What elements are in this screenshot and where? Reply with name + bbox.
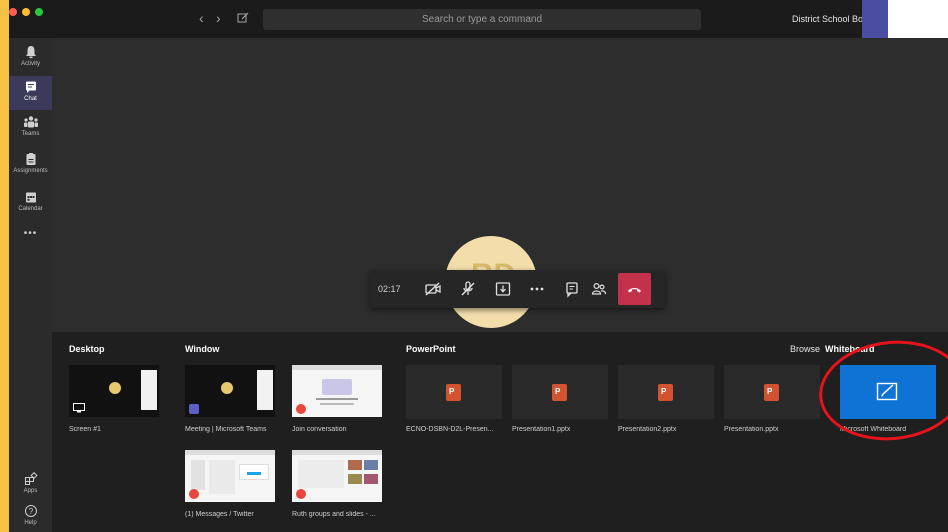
rail-item-calendar[interactable]: Calendar bbox=[9, 186, 52, 220]
powerpoint-file-tile[interactable] bbox=[406, 365, 502, 419]
bell-icon bbox=[25, 46, 36, 59]
rail-label-calendar: Calendar bbox=[18, 206, 43, 212]
rail-label-chat: Chat bbox=[24, 96, 37, 102]
rail-label-help: Help bbox=[24, 520, 37, 526]
show-conversation-icon[interactable] bbox=[562, 279, 582, 299]
participants-icon[interactable] bbox=[589, 279, 609, 299]
window-thumbnail-ruth-groups[interactable] bbox=[292, 450, 382, 502]
powerpoint-file-label: ECNO-DSBN-D2L-Presen... bbox=[406, 426, 494, 433]
organization-name[interactable]: District School Boar bbox=[792, 14, 871, 24]
mic-muted-icon[interactable] bbox=[458, 279, 478, 299]
browse-button[interactable]: Browse bbox=[790, 344, 820, 354]
compose-icon[interactable] bbox=[237, 11, 249, 29]
svg-text:?: ? bbox=[28, 507, 33, 516]
window-section-title: Window bbox=[185, 344, 220, 354]
desktop-section-title: Desktop bbox=[69, 344, 105, 354]
title-bar: ‹ › Search or type a command District Sc… bbox=[9, 0, 948, 38]
back-icon[interactable]: ‹ bbox=[199, 11, 204, 25]
forward-icon[interactable]: › bbox=[216, 11, 221, 25]
maximize-window-button[interactable] bbox=[35, 8, 43, 16]
powerpoint-file-tile[interactable] bbox=[724, 365, 820, 419]
camera-off-icon[interactable] bbox=[423, 279, 443, 299]
rail-label-activity: Activity bbox=[20, 61, 40, 67]
hang-up-button[interactable] bbox=[618, 273, 651, 305]
teams-app-icon bbox=[189, 404, 199, 414]
window-thumbnail-twitter[interactable] bbox=[185, 450, 275, 502]
window-thumbnail-join-conversation[interactable] bbox=[292, 365, 382, 417]
powerpoint-icon bbox=[552, 384, 567, 401]
rail-item-teams[interactable]: Teams bbox=[9, 111, 52, 145]
window-item-label: Meeting | Microsoft Teams bbox=[185, 426, 267, 433]
rail-item-apps[interactable]: Apps bbox=[9, 468, 52, 502]
powerpoint-file-tile[interactable] bbox=[512, 365, 608, 419]
window-item-label: (1) Messages / Twitter bbox=[185, 511, 254, 518]
assignments-icon bbox=[26, 153, 35, 165]
phone-hangup-icon bbox=[628, 288, 641, 293]
powerpoint-icon bbox=[446, 384, 461, 401]
app-rail: Activity Chat Teams Assignments Calendar… bbox=[9, 38, 52, 532]
desktop-thumbnail[interactable] bbox=[69, 365, 159, 417]
powerpoint-file-tile[interactable] bbox=[618, 365, 714, 419]
powerpoint-file-label: Presentation1.pptx bbox=[512, 426, 571, 433]
more-options-icon[interactable] bbox=[527, 279, 547, 299]
window-thumbnail-teams[interactable] bbox=[185, 365, 275, 417]
call-timer: 02:17 bbox=[378, 284, 401, 294]
window-item-label: Ruth groups and slides - ... bbox=[292, 511, 376, 518]
search-input[interactable]: Search or type a command bbox=[263, 9, 701, 30]
monitor-icon bbox=[73, 403, 85, 413]
call-stage: RD 02:17 bbox=[52, 38, 948, 332]
rail-item-activity[interactable]: Activity bbox=[9, 41, 52, 75]
close-window-button[interactable] bbox=[9, 8, 17, 16]
powerpoint-file-label: Presentation.pptx bbox=[724, 426, 779, 433]
teams-window: ‹ › Search or type a command District Sc… bbox=[9, 0, 948, 532]
chrome-icon bbox=[296, 489, 306, 499]
calendar-icon bbox=[25, 192, 36, 203]
apps-icon bbox=[24, 472, 38, 485]
rail-label-apps: Apps bbox=[23, 488, 38, 494]
powerpoint-file-label: Presentation2.pptx bbox=[618, 426, 677, 433]
powerpoint-icon bbox=[764, 384, 779, 401]
call-controls: 02:17 bbox=[370, 270, 665, 308]
more-apps-icon[interactable]: ••• bbox=[9, 228, 52, 239]
rail-label-assignments: Assignments bbox=[13, 168, 48, 174]
rail-item-chat[interactable]: Chat bbox=[9, 76, 52, 110]
desktop-item-label: Screen #1 bbox=[69, 426, 101, 433]
rail-label-teams: Teams bbox=[21, 131, 40, 137]
share-screen-icon[interactable] bbox=[493, 279, 513, 299]
share-tray: Desktop Window PowerPoint Browse Whitebo… bbox=[52, 332, 948, 532]
powerpoint-section-title: PowerPoint bbox=[406, 344, 456, 354]
chrome-icon bbox=[296, 404, 306, 414]
chat-icon bbox=[25, 81, 36, 93]
help-icon: ? bbox=[24, 505, 37, 517]
powerpoint-icon bbox=[658, 384, 673, 401]
chrome-icon bbox=[189, 489, 199, 499]
minimize-window-button[interactable] bbox=[22, 8, 30, 16]
rail-item-assignments[interactable]: Assignments bbox=[9, 148, 52, 182]
window-item-label: Join conversation bbox=[292, 426, 347, 433]
teams-icon bbox=[23, 116, 38, 128]
rail-item-help[interactable]: ? Help bbox=[9, 500, 52, 532]
